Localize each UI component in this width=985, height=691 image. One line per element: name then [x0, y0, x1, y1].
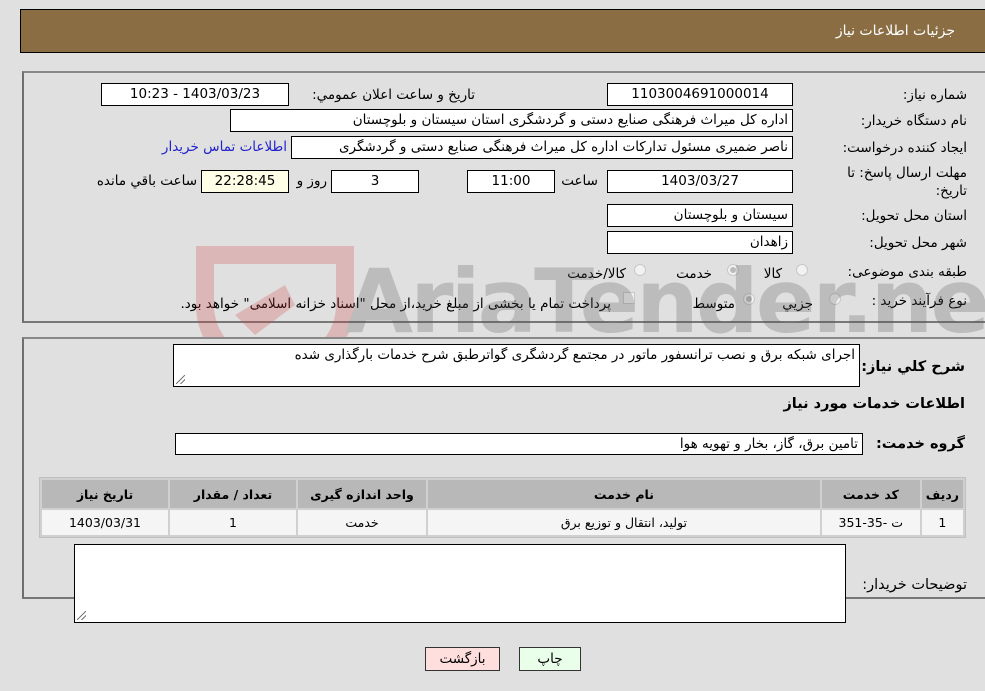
- category-option-goods: کالا: [763, 266, 782, 282]
- deadline-label: مهلت ارسال پاسخ: تا تاریخ:: [817, 164, 967, 200]
- services-table: ردیف کد خدمت نام خدمت واحد اندازه گیری ت…: [39, 477, 966, 538]
- deadline-date-field: 1403/03/27: [607, 170, 793, 193]
- col-header-service-name: نام خدمت: [428, 480, 820, 508]
- purchase-radio-minor[interactable]: [829, 293, 841, 305]
- col-header-unit: واحد اندازه گیری: [298, 480, 426, 508]
- province-field: سیستان و بلوچستان: [607, 204, 793, 227]
- treasury-note: پرداخت تمام یا بخشی از مبلغ خرید،از محل …: [180, 296, 611, 312]
- treasury-checkbox[interactable]: [623, 292, 635, 304]
- page-header: جزئیات اطلاعات نیاز: [20, 9, 985, 53]
- buyer-org-label: نام دستگاه خریدار:: [860, 113, 967, 129]
- resize-handle-icon[interactable]: [77, 611, 86, 620]
- buyer-notes-label: توضیحات خریدار:: [862, 577, 967, 593]
- requester-field: ناصر ضمیری مسئول تدارکات اداره کل میراث …: [291, 136, 793, 159]
- cell-unit: خدمت: [298, 510, 426, 535]
- col-header-quantity: تعداد / مقدار: [170, 480, 296, 508]
- need-number-label: شماره نیاز:: [902, 87, 967, 103]
- col-header-need-date: تاریخ نیاز: [42, 480, 168, 508]
- announce-datetime-label: تاریخ و ساعت اعلان عمومي:: [312, 87, 475, 103]
- cell-need-date: 1403/03/31: [42, 510, 168, 535]
- need-number-field: 1103004691000014: [607, 83, 793, 106]
- purchase-radio-medium[interactable]: [743, 293, 755, 305]
- services-table-wrapper: ردیف کد خدمت نام خدمت واحد اندازه گیری ت…: [39, 477, 966, 538]
- buyer-contact-link[interactable]: اطلاعات تماس خریدار: [162, 139, 287, 155]
- announce-datetime-field: 1403/03/23 - 10:23: [101, 83, 289, 106]
- services-heading: اطلاعات خدمات مورد نیاز: [783, 396, 965, 412]
- cell-service-name: تولید، انتقال و توزیع برق: [428, 510, 820, 535]
- buyer-org-field: اداره کل میراث فرهنگی صنایع دستی و گردشگ…: [230, 109, 793, 132]
- category-radio-goods-service[interactable]: [634, 264, 646, 276]
- back-button[interactable]: بازگشت: [425, 647, 500, 671]
- category-option-service: خدمت: [676, 266, 712, 282]
- cell-quantity: 1: [170, 510, 296, 535]
- cell-row-number: 1: [921, 510, 963, 535]
- deadline-time-field: 11:00: [467, 170, 555, 193]
- print-button[interactable]: چاپ: [519, 647, 581, 671]
- table-header-row: ردیف کد خدمت نام خدمت واحد اندازه گیری ت…: [42, 480, 963, 508]
- col-header-row-number: ردیف: [921, 480, 963, 508]
- description-label: شرح کلي نیاز:: [861, 359, 965, 375]
- category-label: طبقه بندی موضوعی:: [847, 264, 967, 280]
- days-label: روز و: [296, 173, 327, 189]
- city-label: شهر محل تحویل:: [869, 235, 967, 251]
- province-label: استان محل تحویل:: [861, 208, 967, 224]
- buyer-notes-textarea[interactable]: [74, 544, 846, 623]
- purchase-option-medium: متوسط: [692, 296, 735, 312]
- category-option-goods-service: کالا/خدمت: [567, 266, 626, 282]
- purchase-option-minor: جزیي: [782, 296, 813, 312]
- description-textarea[interactable]: اجرای شبکه برق و نصب ترانسفور ماتور در م…: [173, 344, 860, 387]
- deadline-time-label: ساعت: [561, 173, 598, 189]
- resize-handle-icon[interactable]: [176, 375, 185, 384]
- page-title: جزئیات اطلاعات نیاز: [835, 23, 955, 39]
- col-header-service-code: کد خدمت: [821, 480, 920, 508]
- requester-label: ایجاد کننده درخواست:: [842, 140, 967, 156]
- service-group-field: تامین برق، گاز، بخار و تهویه هوا: [175, 433, 863, 455]
- service-group-label: گروه خدمت:: [875, 436, 965, 452]
- table-row: 1 ت -35-351 تولید، انتقال و توزیع برق خد…: [42, 510, 963, 535]
- time-remaining-label: ساعت باقي مانده: [96, 173, 197, 189]
- category-radio-goods[interactable]: [796, 264, 808, 276]
- city-field: زاهدان: [607, 231, 793, 254]
- time-remaining-field: 22:28:45: [201, 170, 289, 193]
- description-text: اجرای شبکه برق و نصب ترانسفور ماتور در م…: [294, 347, 855, 363]
- deadline-label-text: مهلت ارسال پاسخ: تا تاریخ:: [847, 165, 967, 199]
- cell-service-code: ت -35-351: [821, 510, 920, 535]
- category-radio-service[interactable]: [727, 264, 739, 276]
- days-remaining-field: 3: [331, 170, 419, 193]
- purchase-type-label: نوع فرآیند خرید :: [871, 293, 967, 309]
